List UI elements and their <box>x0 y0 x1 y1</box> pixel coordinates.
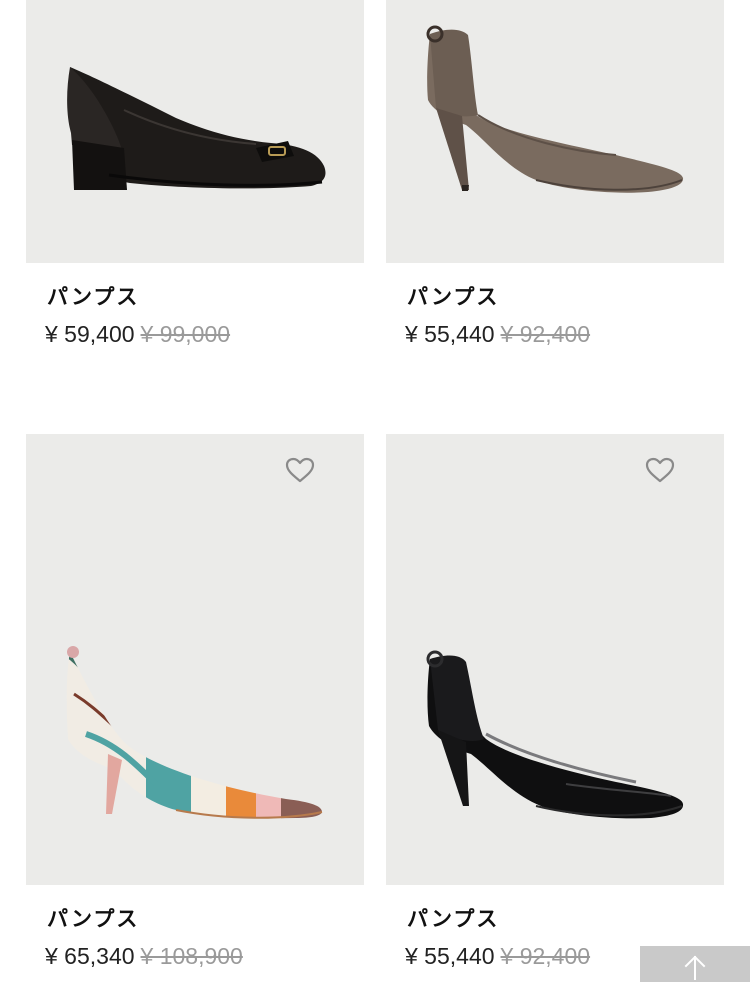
product-card[interactable]: パンプス ¥ 55,440 ¥ 92,400 <box>386 0 724 348</box>
sale-price: ¥ 59,400 <box>45 321 135 347</box>
heart-icon[interactable] <box>284 456 316 484</box>
original-price: ¥ 92,400 <box>500 943 591 969</box>
product-card[interactable]: パンプス ¥ 55,440 ¥ 92,400 <box>386 434 724 970</box>
arrow-up-icon <box>684 955 706 980</box>
product-image[interactable] <box>386 0 724 263</box>
black-leather-block-heel-pump-image <box>67 67 326 190</box>
product-name[interactable]: パンプス <box>386 905 724 933</box>
back-to-top-button[interactable] <box>640 946 750 982</box>
product-name[interactable]: パンプス <box>26 905 364 933</box>
sale-price: ¥ 65,340 <box>45 943 135 969</box>
product-name[interactable]: パンプス <box>26 283 364 311</box>
heart-icon[interactable] <box>644 456 676 484</box>
product-image[interactable] <box>26 0 364 263</box>
sale-price: ¥ 55,440 <box>405 321 495 347</box>
black-patent-stiletto-pump-image <box>426 650 684 819</box>
product-image[interactable] <box>26 434 364 885</box>
original-price: ¥ 99,000 <box>140 321 231 347</box>
product-name[interactable]: パンプス <box>386 283 724 311</box>
product-card[interactable]: パンプス ¥ 65,340 ¥ 108,900 <box>26 434 364 970</box>
multicolor-print-stiletto-pump-image <box>66 646 323 819</box>
taupe-pointed-stiletto-pump-image <box>426 25 684 193</box>
product-image[interactable] <box>386 434 724 885</box>
price-row: ¥ 59,400 ¥ 99,000 <box>26 320 364 348</box>
original-price: ¥ 92,400 <box>500 321 591 347</box>
sale-price: ¥ 55,440 <box>405 943 495 969</box>
product-card[interactable]: パンプス ¥ 59,400 ¥ 99,000 <box>26 0 364 348</box>
product-grid: パンプス ¥ 59,400 ¥ 99,000 パンプス ¥ 55,440 ¥ 92,… <box>0 0 750 982</box>
price-row: ¥ 65,340 ¥ 108,900 <box>26 942 364 970</box>
original-price: ¥ 108,900 <box>140 943 243 969</box>
price-row: ¥ 55,440 ¥ 92,400 <box>386 320 724 348</box>
